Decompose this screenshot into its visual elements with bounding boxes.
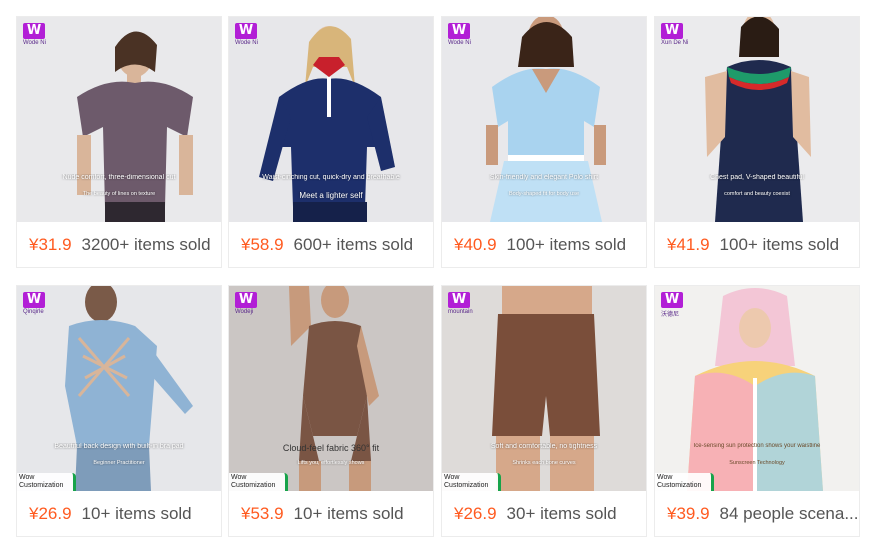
customization-badge: Wow Customization <box>17 473 77 491</box>
sales-count: 100+ items sold <box>719 234 840 254</box>
product-info: ¥40.9 100+ items sold <box>442 222 646 267</box>
image-caption: Nude comfort, three-dimensional cut <box>62 174 176 181</box>
image-subcaption: Body-shaped fit for body use <box>508 191 579 197</box>
product-card-8[interactable]: W 沃德尼 Ice-sensing sun protection shows yo… <box>654 285 860 537</box>
product-info: ¥26.9 10+ items sold <box>17 491 221 536</box>
product-image[interactable]: W Wodeji Cloud-feel fabric 360° fit Lifts… <box>229 286 433 491</box>
product-card-2[interactable]: W Wode Ni Waist-cinching cut, quick-dry a… <box>228 16 434 268</box>
image-caption: Waist-cinching cut, quick-dry and breath… <box>262 174 400 181</box>
image-subcaption: Beginner Practitioner <box>93 460 145 466</box>
product-info: ¥31.9 3200+ items sold <box>17 222 221 267</box>
brand-logo-icon: W Xun De Ni <box>661 23 689 46</box>
product-info: ¥26.9 30+ items sold <box>442 491 646 536</box>
brand-logo-icon: W Wode Ni <box>448 23 471 46</box>
sales-count: 84 people scena... <box>719 503 859 523</box>
product-image[interactable]: W 沃德尼 Ice-sensing sun protection shows yo… <box>655 286 859 491</box>
product-price: ¥39.9 <box>667 503 710 523</box>
brand-logo-icon: Wmountain <box>448 292 473 315</box>
product-price: ¥31.9 <box>29 234 72 254</box>
product-price: ¥58.9 <box>241 234 284 254</box>
brand-logo-icon: W Qinqirle <box>23 292 45 315</box>
product-image[interactable]: W Qinqirle Beautiful back design with bui… <box>17 286 221 491</box>
product-price: ¥26.9 <box>454 503 497 523</box>
image-subcaption: Sunscreen Technology <box>729 460 785 466</box>
image-subcaption: Meet a lighter self <box>299 191 363 200</box>
sales-count: 30+ items sold <box>506 503 617 523</box>
image-subcaption: The beauty of lines on texture <box>82 191 156 197</box>
product-info: ¥58.9 600+ items sold <box>229 222 433 267</box>
image-subcaption: comfort and beauty coexist <box>724 191 790 197</box>
customization-badge: Wow Customization <box>229 473 289 491</box>
product-card-3[interactable]: W Wode Ni Skin-friendly and elegant Polo … <box>441 16 647 268</box>
image-caption: Ice-sensing sun protection shows your wa… <box>693 443 821 449</box>
sales-count: 600+ items sold <box>293 234 414 254</box>
product-price: ¥26.9 <box>29 503 72 523</box>
image-caption: Cloud-feel fabric 360° fit <box>282 443 380 453</box>
product-image[interactable]: Wmountain Soft and comfortable, no tight… <box>442 286 646 491</box>
sales-count: 100+ items sold <box>506 234 627 254</box>
customization-badge: Wow Customization <box>442 473 502 491</box>
image-caption: Beautiful back design with built-in bra … <box>54 443 184 450</box>
product-image[interactable]: W Wode Ni Skin-friendly and elegant Polo … <box>442 17 646 222</box>
image-caption: Chest pad, V-shaped beautiful <box>710 174 804 181</box>
product-price: ¥53.9 <box>241 503 284 523</box>
product-price: ¥41.9 <box>667 234 710 254</box>
sales-count: 3200+ items sold <box>81 234 211 254</box>
image-subcaption: Lifts you, effortlessly shows <box>297 460 365 466</box>
image-caption: Soft and comfortable, no tightness <box>490 443 598 450</box>
brand-logo-icon: W Wode Ni <box>23 23 46 46</box>
product-image[interactable]: W Wode Ni Waist-cinching cut, quick-dry a… <box>229 17 433 222</box>
customization-badge: Wow Customization <box>655 473 715 491</box>
brand-logo-icon: W Wode Ni <box>235 23 258 46</box>
product-card-4[interactable]: W Xun De Ni Chest pad, V-shaped beautiful… <box>654 16 860 268</box>
product-card-5[interactable]: W Qinqirle Beautiful back design with bui… <box>16 285 222 537</box>
sales-count: 10+ items sold <box>293 503 404 523</box>
product-info: ¥39.9 84 people scena... <box>655 491 859 536</box>
image-subcaption: Shrinks each bone curves <box>512 460 576 466</box>
product-card-1[interactable]: W Wode Ni Nude comfort, three-dimensional… <box>16 16 222 268</box>
product-info: ¥53.9 10+ items sold <box>229 491 433 536</box>
product-card-6[interactable]: W Wodeji Cloud-feel fabric 360° fit Lifts… <box>228 285 434 537</box>
product-image[interactable]: W Wode Ni Nude comfort, three-dimensional… <box>17 17 221 222</box>
image-caption: Skin-friendly and elegant Polo shirt <box>489 174 599 181</box>
product-price: ¥40.9 <box>454 234 497 254</box>
sales-count: 10+ items sold <box>81 503 192 523</box>
product-card-7[interactable]: Wmountain Soft and comfortable, no tight… <box>441 285 647 537</box>
brand-logo-icon: W Wodeji <box>235 292 295 318</box>
product-image[interactable]: W Xun De Ni Chest pad, V-shaped beautiful… <box>655 17 859 222</box>
product-info: ¥41.9 100+ items sold <box>655 222 859 267</box>
brand-logo-icon: W 沃德尼 <box>661 292 721 318</box>
